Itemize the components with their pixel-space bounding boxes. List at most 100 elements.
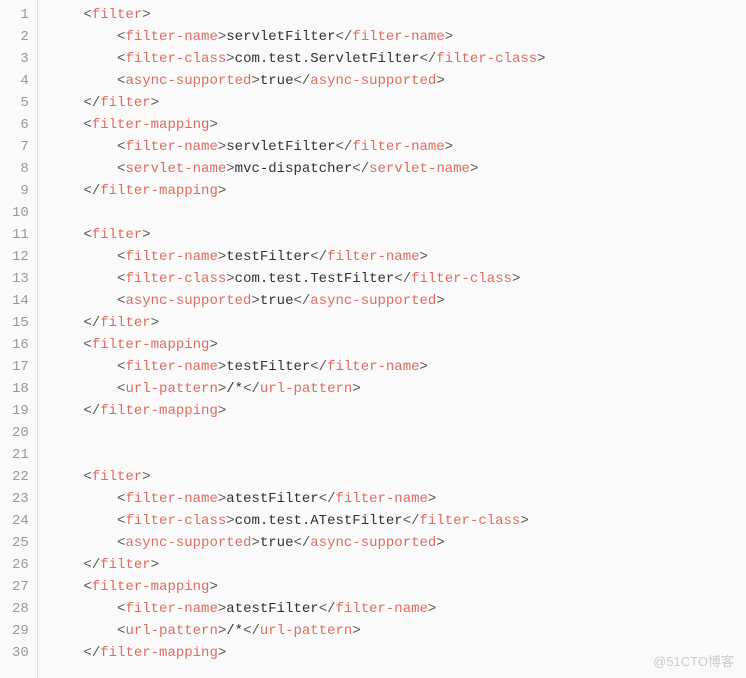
line-number: 16	[12, 334, 29, 356]
token-punct: </	[352, 161, 369, 177]
token-tag: filter	[92, 7, 142, 23]
token-punct: >	[436, 73, 444, 89]
token-punct: >	[251, 535, 259, 551]
token-punct: >	[352, 623, 360, 639]
line-number: 9	[12, 180, 29, 202]
token-punct: >	[512, 271, 520, 287]
token-punct: >	[209, 337, 217, 353]
code-line: </filter-mapping>	[50, 400, 746, 422]
token-punct: </	[83, 557, 100, 573]
code-line: <filter-name>servletFilter</filter-name>	[50, 26, 746, 48]
token-txt: servletFilter	[226, 139, 335, 155]
token-punct: >	[218, 183, 226, 199]
token-punct: </	[335, 29, 352, 45]
token-punct: <	[83, 579, 91, 595]
token-punct: >	[142, 7, 150, 23]
code-line: <async-supported>true</async-supported>	[50, 70, 746, 92]
code-line: <filter-class>com.test.ATestFilter</filt…	[50, 510, 746, 532]
token-punct: <	[83, 337, 91, 353]
token-txt: /*	[226, 381, 243, 397]
token-punct: </	[394, 271, 411, 287]
line-number: 14	[12, 290, 29, 312]
token-tag: async-supported	[310, 535, 436, 551]
token-punct: >	[445, 29, 453, 45]
token-punct: >	[445, 139, 453, 155]
code-line: <url-pattern>/*</url-pattern>	[50, 620, 746, 642]
line-number: 20	[12, 422, 29, 444]
code-line: <filter-class>com.test.TestFilter</filte…	[50, 268, 746, 290]
code-line: </filter>	[50, 92, 746, 114]
token-tag: filter-mapping	[92, 117, 210, 133]
line-number: 6	[12, 114, 29, 136]
token-tag: async-supported	[125, 535, 251, 551]
watermark: @51CTO博客	[653, 651, 734, 670]
token-punct: >	[218, 403, 226, 419]
token-txt: true	[260, 293, 294, 309]
token-tag: filter-name	[327, 249, 419, 265]
token-tag: servlet-name	[125, 161, 226, 177]
token-punct: >	[226, 271, 234, 287]
code-line	[50, 444, 746, 466]
token-tag: filter	[100, 557, 150, 573]
token-punct: >	[352, 381, 360, 397]
token-tag: url-pattern	[125, 623, 217, 639]
token-tag: filter-name	[327, 359, 419, 375]
line-number: 27	[12, 576, 29, 598]
token-tag: filter-name	[125, 249, 217, 265]
token-tag: filter	[100, 95, 150, 111]
token-punct: </	[319, 491, 336, 507]
token-punct: >	[420, 249, 428, 265]
code-line: <url-pattern>/*</url-pattern>	[50, 378, 746, 400]
code-line: <servlet-name>mvc-dispatcher</servlet-na…	[50, 158, 746, 180]
token-punct: >	[218, 623, 226, 639]
line-number: 15	[12, 312, 29, 334]
token-tag: filter-name	[352, 29, 444, 45]
line-number: 4	[12, 70, 29, 92]
code-editor: 1234567891011121314151617181920212223242…	[0, 0, 746, 678]
token-tag: filter	[92, 227, 142, 243]
token-punct: >	[436, 535, 444, 551]
token-tag: filter-mapping	[92, 579, 210, 595]
line-number: 13	[12, 268, 29, 290]
line-number: 29	[12, 620, 29, 642]
token-tag: filter-mapping	[100, 183, 218, 199]
line-number: 17	[12, 356, 29, 378]
token-punct: >	[470, 161, 478, 177]
code-line	[50, 202, 746, 224]
token-tag: filter-name	[352, 139, 444, 155]
line-number: 28	[12, 598, 29, 620]
code-line: <filter>	[50, 224, 746, 246]
token-tag: filter-mapping	[100, 403, 218, 419]
code-line: <filter-mapping>	[50, 576, 746, 598]
token-punct: >	[251, 293, 259, 309]
token-punct: >	[436, 293, 444, 309]
line-number: 25	[12, 532, 29, 554]
token-tag: filter-name	[125, 359, 217, 375]
token-punct: </	[83, 315, 100, 331]
line-number: 1	[12, 4, 29, 26]
token-tag: async-supported	[310, 293, 436, 309]
line-number-gutter: 1234567891011121314151617181920212223242…	[0, 0, 38, 678]
line-number: 12	[12, 246, 29, 268]
token-punct: >	[209, 117, 217, 133]
code-line: </filter>	[50, 554, 746, 576]
token-txt: atestFilter	[226, 601, 318, 617]
token-tag: filter-mapping	[100, 645, 218, 661]
token-punct: >	[420, 359, 428, 375]
token-punct: </	[83, 403, 100, 419]
token-punct: </	[403, 513, 420, 529]
code-line	[50, 422, 746, 444]
code-line: <filter-mapping>	[50, 334, 746, 356]
token-punct: >	[428, 601, 436, 617]
token-tag: url-pattern	[260, 381, 352, 397]
token-tag: filter-name	[125, 491, 217, 507]
line-number: 23	[12, 488, 29, 510]
token-tag: filter	[100, 315, 150, 331]
token-punct: >	[218, 491, 226, 507]
token-punct: >	[218, 29, 226, 45]
code-line: <filter-mapping>	[50, 114, 746, 136]
token-tag: async-supported	[310, 73, 436, 89]
token-punct: >	[142, 469, 150, 485]
token-punct: >	[218, 645, 226, 661]
token-tag: url-pattern	[260, 623, 352, 639]
